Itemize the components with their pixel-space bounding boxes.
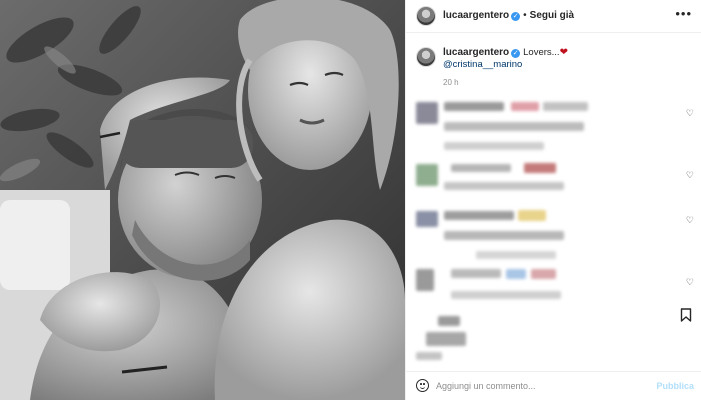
caption-message: Lovers... bbox=[523, 47, 560, 58]
caption-avatar[interactable] bbox=[416, 47, 436, 67]
emoji-icon[interactable] bbox=[416, 379, 429, 392]
caption-username[interactable]: lucaargentero bbox=[443, 47, 509, 58]
post-panel: lucaargentero ✓ • Segui già ••• lucaargente… bbox=[405, 0, 701, 400]
more-options-icon[interactable]: ••• bbox=[675, 7, 692, 21]
comment-avatar[interactable] bbox=[416, 269, 434, 291]
comment-text bbox=[511, 102, 539, 111]
post-actions bbox=[406, 303, 701, 331]
heart-outline-icon[interactable]: ♡ bbox=[686, 277, 694, 288]
comment-item: ♡ bbox=[406, 265, 701, 305]
comment-text bbox=[444, 231, 564, 240]
comment-username bbox=[444, 211, 514, 220]
follow-button[interactable]: Segui già bbox=[530, 10, 574, 21]
header-line: lucaargentero ✓ • Segui già bbox=[443, 10, 574, 21]
photo-illustration bbox=[0, 0, 405, 400]
heart-outline-icon[interactable]: ♡ bbox=[686, 170, 694, 181]
comment-text bbox=[543, 102, 588, 111]
caption-mention[interactable]: @cristina__marino bbox=[443, 59, 522, 70]
comment-meta bbox=[444, 182, 564, 190]
comment-meta bbox=[476, 251, 556, 259]
comment-text bbox=[444, 122, 584, 131]
comment-text bbox=[531, 269, 556, 279]
comment-meta bbox=[444, 142, 544, 150]
bookmark-icon[interactable] bbox=[680, 308, 692, 322]
comment-username bbox=[451, 164, 511, 172]
heart-outline-icon[interactable]: ♡ bbox=[686, 108, 694, 119]
verified-badge-icon: ✓ bbox=[511, 12, 521, 21]
comment-avatar[interactable] bbox=[416, 164, 438, 186]
add-comment-bar: Pubblica bbox=[406, 371, 701, 401]
heart-emoji: ❤ bbox=[559, 47, 568, 58]
comment-avatar[interactable] bbox=[416, 211, 438, 227]
comment-username bbox=[444, 102, 504, 111]
heart-outline-icon[interactable]: ♡ bbox=[686, 215, 694, 226]
comment-input[interactable] bbox=[436, 378, 636, 394]
comment-avatar[interactable] bbox=[416, 102, 438, 124]
comment-item: ♡ bbox=[406, 158, 701, 208]
username[interactable]: lucaargentero bbox=[443, 10, 509, 21]
comment-text bbox=[426, 332, 466, 346]
caption-text: lucaargentero ✓ Lovers...❤ @cristina__mari… bbox=[443, 47, 568, 71]
comment-meta bbox=[451, 291, 561, 299]
comment-text bbox=[506, 269, 526, 279]
comment-text bbox=[518, 210, 546, 221]
separator-dot: • bbox=[523, 10, 527, 21]
avatar[interactable] bbox=[416, 6, 436, 26]
post-photo[interactable] bbox=[0, 0, 405, 400]
post-header: lucaargentero ✓ • Segui già ••• bbox=[406, 0, 701, 33]
post-time[interactable]: 20 h bbox=[443, 78, 459, 87]
comment-username bbox=[451, 269, 501, 278]
verified-badge-icon: ✓ bbox=[511, 49, 521, 58]
comment-item: ♡ bbox=[406, 98, 701, 158]
comment-meta bbox=[416, 352, 442, 360]
comment-text bbox=[524, 163, 556, 173]
publish-button[interactable]: Pubblica bbox=[656, 381, 694, 391]
